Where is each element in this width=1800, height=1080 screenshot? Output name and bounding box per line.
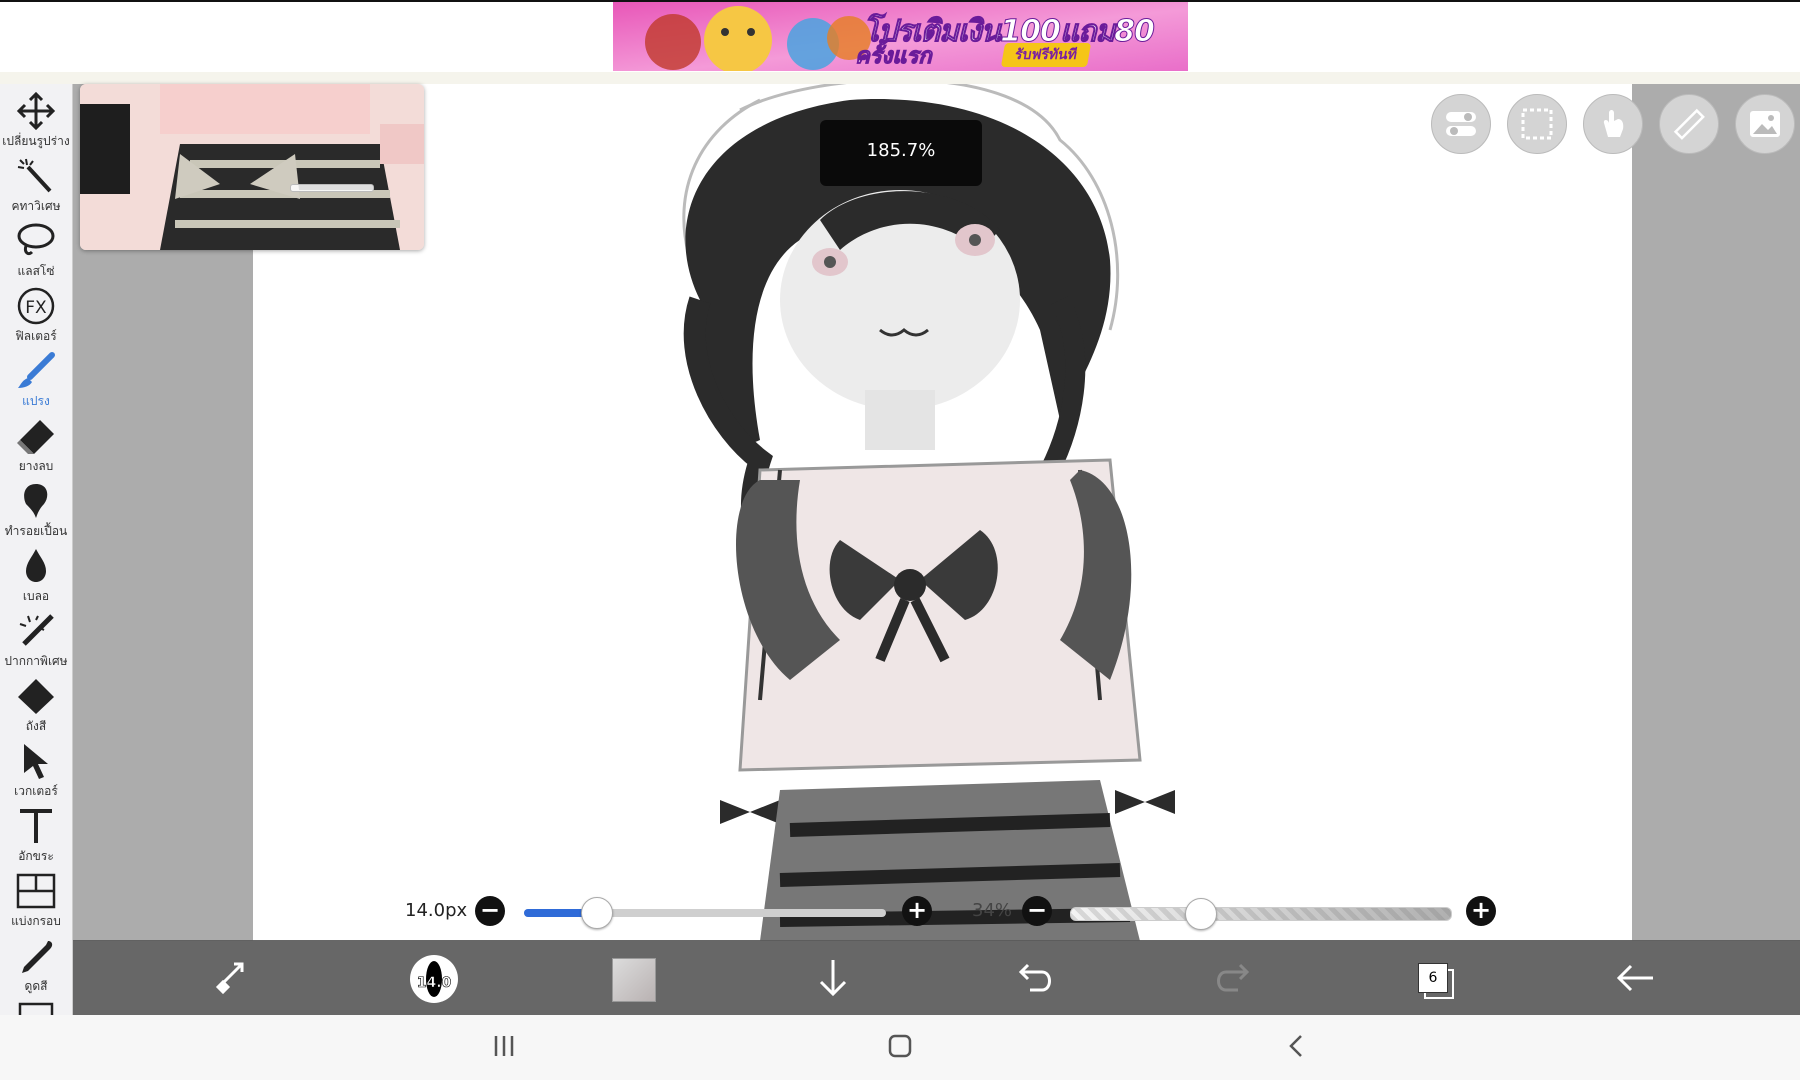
- smudge-icon: [24, 484, 48, 518]
- redo-icon: [1217, 963, 1250, 992]
- tool-label: ฟิลเตอร์: [15, 329, 57, 343]
- tool-transform[interactable]: เปลี่ยนรูปร่าง: [0, 88, 72, 152]
- blur-drop-icon: [26, 549, 46, 582]
- tool-label: เปลี่ยนรูปร่าง: [2, 134, 70, 148]
- brush-opacity-decrease-button[interactable]: −: [1022, 896, 1052, 926]
- ad-subline: ครั้งแรก: [855, 44, 933, 70]
- layer-down-button[interactable]: [803, 940, 863, 1015]
- tool-bucket[interactable]: ถังสี: [0, 673, 72, 737]
- more-tools-icon: [18, 1002, 54, 1016]
- tool-text[interactable]: อักขระ: [0, 803, 72, 867]
- brush-size-increase-button[interactable]: +: [902, 896, 932, 926]
- tool-label: ปากกาพิเศษ: [4, 654, 68, 668]
- brush-opacity-increase-button[interactable]: +: [1466, 896, 1496, 926]
- brush-icon: [18, 352, 55, 388]
- tool-label: แปรง: [22, 394, 50, 408]
- brush-opacity-label: 34%: [972, 900, 1013, 921]
- tool-label: เบลอ: [22, 589, 50, 603]
- eyedropper-icon: [22, 941, 53, 973]
- back-button[interactable]: [1605, 940, 1665, 1015]
- hand-button[interactable]: [1583, 94, 1643, 154]
- toggle-icon: [1446, 112, 1476, 136]
- zoom-indicator: 185.7%: [820, 120, 982, 186]
- home-icon[interactable]: [887, 1033, 913, 1059]
- tool-label: ถังสี: [25, 719, 47, 733]
- ruler-icon: [1673, 108, 1705, 140]
- system-navigation-bar: [0, 1015, 1800, 1080]
- sketch-artwork: [682, 84, 1175, 941]
- transform-button[interactable]: [204, 940, 264, 1015]
- tool-label: แบ่งกรอบ: [11, 914, 61, 928]
- tool-label: ทำรอยเปื้อน: [4, 524, 68, 538]
- hand-icon: [1603, 110, 1624, 137]
- redo-button[interactable]: [1204, 940, 1264, 1015]
- tool-lasso[interactable]: แลสโซ่: [0, 218, 72, 282]
- image-icon: [1750, 111, 1780, 137]
- arrow-left-icon: [1616, 964, 1653, 992]
- lasso-icon: [17, 223, 55, 256]
- tool-filter[interactable]: FX ฟิลเตอร์: [0, 283, 72, 347]
- image-button[interactable]: [1735, 94, 1795, 154]
- tool-special-pen[interactable]: ปากกาพิเศษ: [0, 608, 72, 672]
- tool-label: ยางลบ: [18, 459, 54, 473]
- tool-sidebar: เปลี่ยนรูปร่าง คทาวิเศษ แลสโซ่ FX ฟิลเตอ…: [0, 84, 73, 1016]
- reference-window[interactable]: [80, 84, 424, 250]
- ad-banner[interactable]: โปรเติมเงิน100แถม80 ครั้งแรก รับฟรีทันที: [613, 2, 1188, 71]
- text-icon: [20, 809, 52, 843]
- tool-eraser[interactable]: ยางลบ: [0, 413, 72, 477]
- ruler-button[interactable]: [1659, 94, 1719, 154]
- tool-more[interactable]: [0, 998, 72, 1016]
- tool-blur[interactable]: เบลอ: [0, 543, 72, 607]
- tool-eyedropper[interactable]: ดูดสี: [0, 933, 72, 997]
- layer-count: 6: [1418, 963, 1448, 993]
- svg-text:FX: FX: [25, 298, 47, 318]
- arrow-down-icon: [819, 960, 847, 997]
- magic-wand-icon: [17, 158, 52, 193]
- recent-apps-icon[interactable]: [492, 1033, 516, 1059]
- tool-label: ดูดสี: [24, 979, 48, 993]
- fx-icon: FX: [17, 287, 55, 325]
- tool-vector[interactable]: เวกเตอร์: [0, 738, 72, 802]
- frame-divide-icon: [16, 873, 56, 909]
- bottom-toolbar: [72, 940, 1800, 1015]
- selection-icon: [1521, 108, 1553, 140]
- color-swatch-button[interactable]: [612, 958, 656, 1002]
- brush-size-label: 14.0px: [405, 900, 468, 921]
- move-icon: [16, 92, 56, 130]
- brush-size-decrease-button[interactable]: −: [475, 896, 505, 926]
- bucket-icon: [18, 679, 54, 714]
- brush-opacity-thumb[interactable]: [1185, 898, 1218, 930]
- vector-cursor-icon: [24, 744, 48, 779]
- tool-label: คทาวิเศษ: [11, 199, 61, 213]
- brush-preview-size: 14.0: [416, 975, 452, 992]
- transform-arrows-icon: [215, 962, 244, 995]
- toggle-button[interactable]: [1431, 94, 1491, 154]
- ad-badge: รับฟรีทันที: [1000, 43, 1091, 67]
- tool-frame-divider[interactable]: แบ่งกรอบ: [0, 868, 72, 932]
- brush-preview-button[interactable]: 14.0: [410, 955, 458, 1003]
- tool-smudge[interactable]: ทำรอยเปื้อน: [0, 478, 72, 542]
- tool-brush[interactable]: แปรง: [0, 348, 72, 412]
- tool-magic-wand[interactable]: คทาวิเศษ: [0, 153, 72, 217]
- nav-back-icon[interactable]: [1285, 1033, 1309, 1059]
- undo-icon: [1018, 963, 1051, 992]
- tool-label: เวกเตอร์: [14, 784, 58, 798]
- brush-opacity-slider[interactable]: [1070, 898, 1452, 930]
- special-pen-icon: [19, 614, 54, 646]
- drawing-canvas[interactable]: [253, 84, 1632, 941]
- tool-label: แลสโซ่: [17, 264, 55, 278]
- brush-size-slider[interactable]: [524, 897, 886, 929]
- undo-button[interactable]: [1004, 940, 1064, 1015]
- reference-drag-handle[interactable]: [290, 184, 374, 192]
- eraser-icon: [17, 420, 54, 454]
- reference-image: [80, 84, 424, 250]
- tool-label: อักขระ: [18, 849, 54, 863]
- selection-button[interactable]: [1507, 94, 1567, 154]
